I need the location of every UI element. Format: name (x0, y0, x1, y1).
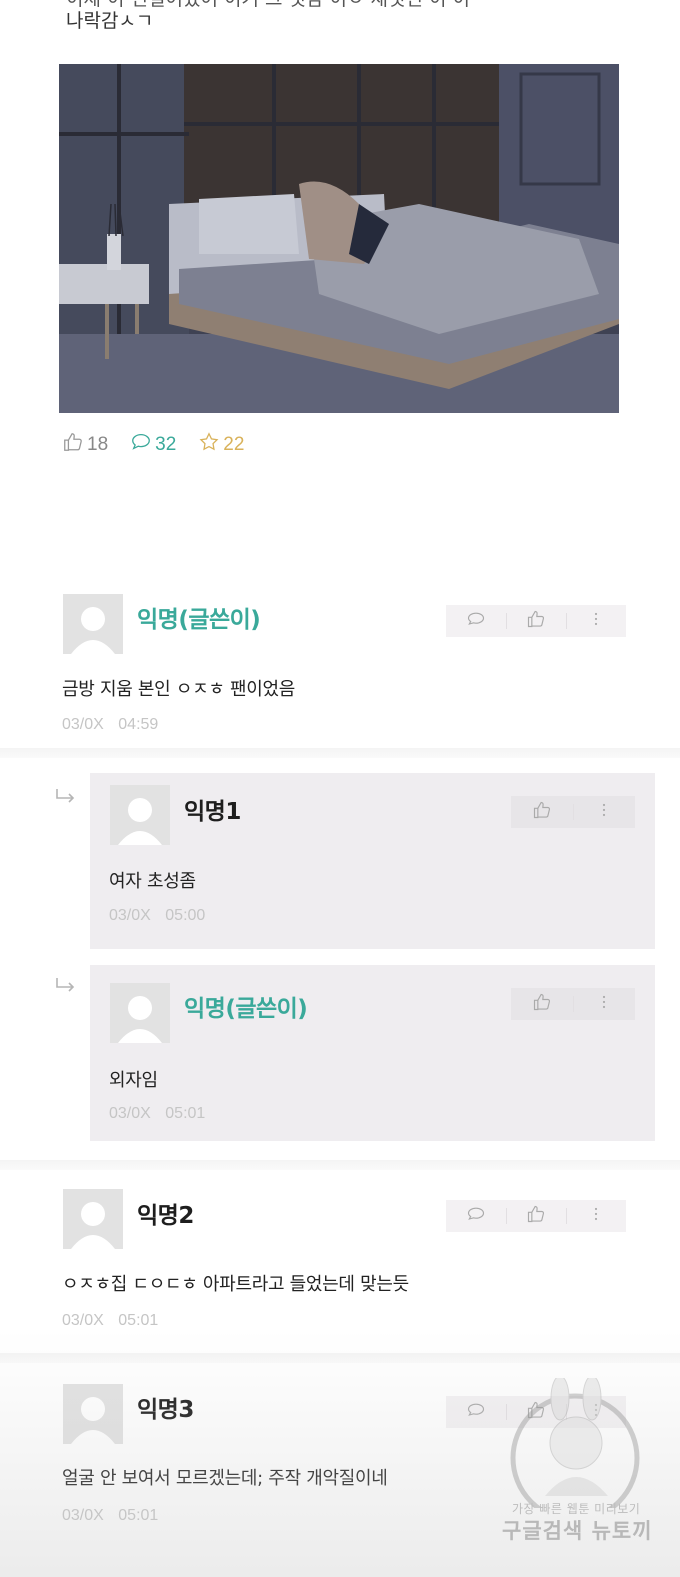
comment-author-name: 익명2 (137, 1203, 194, 1229)
comment-actions (511, 796, 635, 828)
like-button[interactable] (506, 605, 566, 637)
comment-timestamp: 03/0X 05:01 (62, 1507, 159, 1524)
star-icon (198, 431, 220, 459)
post-text-line: 나락감ㅅㄱ (66, 10, 154, 32)
comment-stat[interactable]: 32 (130, 430, 176, 460)
comment-text: 금방 지움 본인 ㅇㅈㅎ 팬이었음 (62, 679, 296, 700)
post-stats: 18 32 22 (62, 430, 244, 460)
more-button[interactable] (573, 796, 635, 828)
divider (0, 748, 680, 758)
more-vertical-icon (586, 1204, 606, 1228)
avatar-icon (110, 983, 170, 1043)
comment-text: 얼굴 안 보여서 모르겠는데; 주작 개악질이네 (62, 1468, 388, 1489)
avatar-icon (63, 594, 123, 654)
comment-timestamp: 03/0X 05:01 (62, 1312, 159, 1329)
post-text: 이제 이 언걸어었어 이거 그 것감 이ㅇ 새것인 이 이 나락감ㅅㄱ (66, 0, 626, 58)
reply-arrow-icon (55, 788, 77, 806)
more-vertical-icon (594, 992, 614, 1016)
comment-text: 여자 초성좀 (109, 871, 196, 892)
thumbs-up-icon (532, 992, 552, 1016)
speech-bubble-icon (130, 431, 152, 459)
speech-bubble-icon (466, 1400, 486, 1424)
more-vertical-icon (586, 609, 606, 633)
comment-actions (446, 605, 626, 637)
like-button[interactable] (511, 796, 573, 828)
divider (0, 1160, 680, 1170)
avatar-icon (110, 785, 170, 845)
like-button[interactable] (506, 1200, 566, 1232)
avatar-icon (63, 1384, 123, 1444)
more-button[interactable] (566, 605, 626, 637)
thumbs-up-icon (532, 800, 552, 824)
comment-text: 외자임 (109, 1070, 158, 1091)
more-vertical-icon (594, 800, 614, 824)
thumbs-up-icon (62, 431, 84, 459)
post-image (59, 64, 619, 413)
comment-count: 32 (155, 434, 177, 455)
speech-bubble-icon (466, 1204, 486, 1228)
comment-timestamp: 03/0X 05:00 (109, 907, 206, 924)
comment-timestamp: 03/0X 05:01 (109, 1105, 206, 1122)
comment-timestamp: 03/0X 04:59 (62, 716, 159, 733)
more-button[interactable] (566, 1200, 626, 1232)
comment-author-name: 익명3 (137, 1397, 194, 1423)
thumbs-up-icon (526, 1204, 546, 1228)
reply-button[interactable] (446, 605, 506, 637)
reply-button[interactable] (446, 1396, 506, 1428)
comment-author-name: 익명(글쓴이) (137, 607, 261, 633)
thumbs-up-icon (526, 609, 546, 633)
speech-bubble-icon (466, 609, 486, 633)
favorite-count: 22 (223, 434, 245, 455)
avatar-icon (63, 1189, 123, 1249)
like-stat[interactable]: 18 (62, 430, 108, 460)
comment-author-name: 익명1 (184, 799, 241, 825)
comment-text: ㅇㅈㅎ집 ㄷㅇㄷㅎ 아파트라고 들었는데 맞는듯 (62, 1274, 409, 1295)
reply-arrow-icon (55, 977, 77, 995)
like-count: 18 (87, 434, 109, 455)
watermark-text-large: 구글검색 뉴토끼 (502, 1519, 653, 1543)
like-button[interactable] (511, 988, 573, 1020)
comment-author-name: 익명(글쓴이) (184, 996, 308, 1022)
comment-actions (446, 1200, 626, 1232)
divider (0, 1353, 680, 1363)
more-button[interactable] (573, 988, 635, 1020)
reply-button[interactable] (446, 1200, 506, 1232)
favorite-stat[interactable]: 22 (198, 430, 244, 460)
comment-actions (511, 988, 635, 1020)
